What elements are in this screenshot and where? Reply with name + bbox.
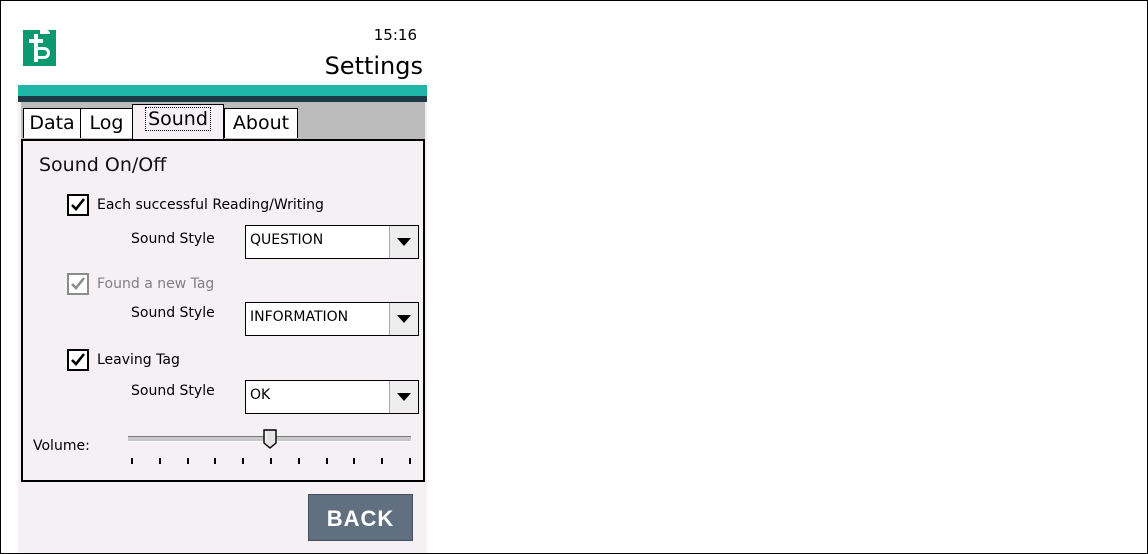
volume-tick — [298, 458, 300, 464]
leaving-tag-label: Leaving Tag — [97, 352, 180, 368]
checkmark-icon — [71, 198, 86, 211]
volume-tick — [187, 458, 189, 464]
sound-style-label: Sound Style — [131, 305, 215, 321]
tab-data[interactable]: Data — [23, 108, 81, 138]
volume-tick — [326, 458, 328, 464]
tab-log[interactable]: Log — [80, 108, 133, 138]
checkmark-icon — [71, 277, 86, 290]
volume-tick — [214, 458, 216, 464]
sound-style-select-1[interactable]: QUESTION — [245, 225, 419, 259]
pf-logo-icon — [23, 30, 56, 66]
volume-tick — [159, 458, 161, 464]
select-value: INFORMATION — [250, 309, 349, 325]
volume-tick — [270, 458, 272, 464]
sound-style-select-2[interactable]: INFORMATION — [245, 302, 419, 336]
volume-tick — [242, 458, 244, 464]
screenshot-frame: 15:16 Settings Data Log Sound About Soun… — [0, 0, 1148, 554]
sound-style-label: Sound Style — [131, 231, 215, 247]
header-accent-bar — [18, 85, 427, 96]
sound-style-select-3[interactable]: OK — [245, 380, 419, 414]
sound-settings-panel: Sound On/Off Each successful Reading/Wri… — [21, 139, 425, 482]
volume-ticks — [131, 458, 411, 466]
volume-label: Volume: — [33, 438, 90, 454]
section-title: Sound On/Off — [39, 154, 167, 176]
header: 15:16 Settings — [18, 18, 427, 102]
volume-tick — [353, 458, 355, 464]
found-new-tag-label: Found a new Tag — [97, 276, 215, 292]
successful-rw-label: Each successful Reading/Writing — [97, 197, 324, 213]
page-title: Settings — [324, 52, 423, 80]
sound-style-label: Sound Style — [131, 383, 215, 399]
volume-tick — [409, 458, 411, 464]
select-value: OK — [250, 387, 271, 403]
dropdown-arrow-icon[interactable] — [389, 303, 418, 335]
tab-strip: Data Log Sound About — [21, 102, 425, 142]
dropdown-arrow-icon[interactable] — [389, 381, 418, 413]
clock: 15:16 — [373, 26, 417, 44]
back-button[interactable]: BACK — [308, 494, 413, 541]
leaving-tag-checkbox[interactable] — [67, 349, 89, 371]
tab-sound[interactable]: Sound — [132, 104, 224, 140]
dropdown-arrow-icon[interactable] — [389, 226, 418, 258]
tab-about[interactable]: About — [224, 108, 298, 138]
found-new-tag-checkbox — [67, 273, 89, 295]
device-screen: 15:16 Settings Data Log Sound About Soun… — [18, 18, 427, 553]
successful-rw-checkbox[interactable] — [67, 194, 89, 216]
select-value: QUESTION — [250, 232, 324, 248]
volume-tick — [381, 458, 383, 464]
checkmark-icon — [71, 353, 86, 366]
volume-tick — [131, 458, 133, 464]
volume-slider-thumb[interactable] — [263, 429, 277, 449]
